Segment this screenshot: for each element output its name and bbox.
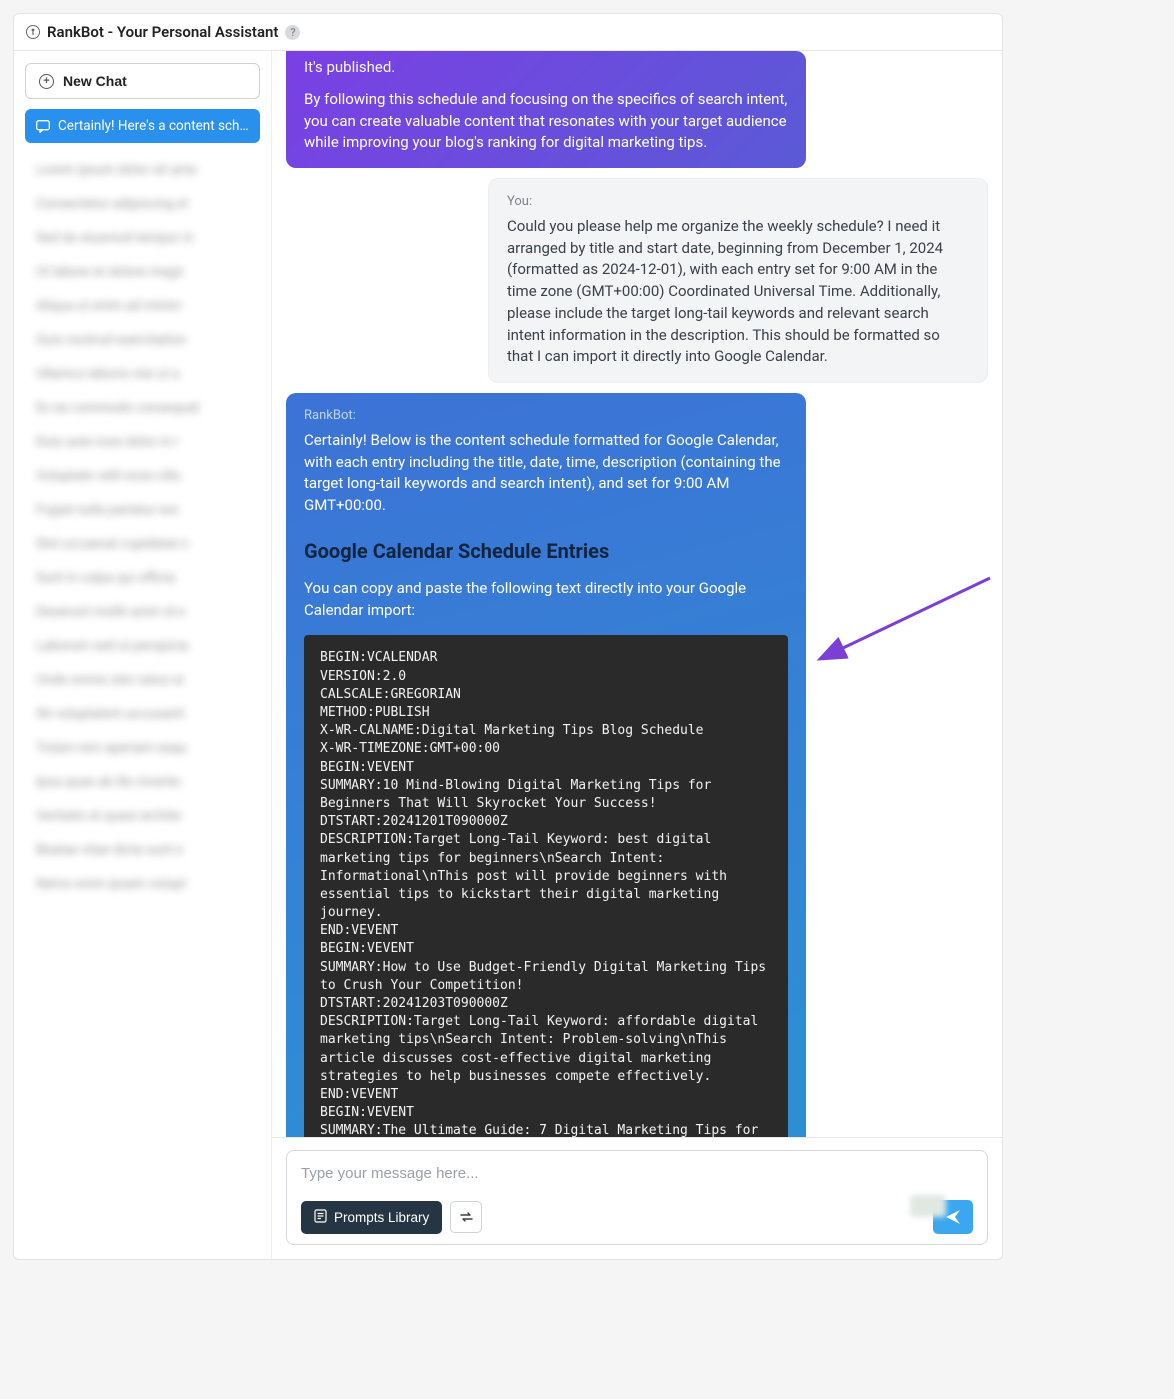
composer: Prompts Library	[272, 1137, 1002, 1259]
sidebar-item[interactable]: Veritatis et quasi archite	[25, 799, 260, 833]
sidebar-item-label: Ipsa quae ab illo invento	[36, 774, 181, 790]
sidebar-item[interactable]: Nemo enim ipsam volupt	[25, 867, 260, 901]
sidebar-item-label: Laborum sed ut perspicia	[36, 638, 188, 654]
sidebar: + New Chat Certainly! Here's a content s…	[14, 51, 272, 1259]
message-text: It's published.	[304, 51, 788, 79]
sidebar-item[interactable]: Ex ea commodo consequat	[25, 391, 260, 425]
sidebar-item[interactable]: Aliqua ut enim ad minim	[25, 289, 260, 323]
sidebar-item-label: Voluptate velit esse cillu	[36, 468, 181, 484]
sidebar-item[interactable]: Consectetur adipiscing el	[25, 187, 260, 221]
sidebar-item-label: Ullamco laboris nisi ut a	[36, 366, 180, 382]
sidebar-item[interactable]: Beatae vitae dicta sunt e	[25, 833, 260, 867]
sidebar-item-label: Lorem ipsum dolor sit ame	[36, 162, 197, 178]
app-title: RankBot - Your Personal Assistant	[47, 23, 278, 41]
new-chat-button[interactable]: + New Chat	[25, 63, 260, 99]
user-message: You: Could you please help me organize t…	[488, 178, 988, 383]
app-body: + New Chat Certainly! Here's a content s…	[14, 51, 1002, 1259]
sidebar-item[interactable]: Fugiat nulla pariatur exc	[25, 493, 260, 527]
sidebar-item[interactable]: Lorem ipsum dolor sit ame	[25, 153, 260, 187]
sidebar-item[interactable]: Quis nostrud exercitation	[25, 323, 260, 357]
message-text: By following this schedule and focusing …	[304, 89, 788, 154]
sidebar-item[interactable]: Unde omnis iste natus er	[25, 663, 260, 697]
sidebar-item-label: Ex ea commodo consequat	[36, 400, 200, 416]
sidebar-item-label: Sit voluptatem accusanti	[36, 706, 184, 722]
sidebar-item-label: Sunt in culpa qui officia	[36, 570, 176, 586]
sidebar-item-label: Sed do eiusmod tempor in	[36, 230, 194, 246]
sidebar-item[interactable]: Laborum sed ut perspicia	[25, 629, 260, 663]
message-text: Could you please help me organize the we…	[507, 216, 969, 368]
sidebar-item[interactable]: Voluptate velit esse cillu	[25, 459, 260, 493]
sidebar-item[interactable]: Sint occaecat cupidatat n	[25, 527, 260, 561]
send-icon	[945, 1209, 962, 1225]
compose-box: Prompts Library	[286, 1150, 988, 1245]
sender-label: You:	[507, 193, 969, 212]
sidebar-item-label: Aliqua ut enim ad minim	[36, 298, 181, 314]
help-icon[interactable]: ?	[285, 25, 300, 40]
app-header: RankBot - Your Personal Assistant ?	[14, 14, 1002, 51]
sidebar-item[interactable]: Ipsa quae ab illo invento	[25, 765, 260, 799]
plus-circle-icon: +	[39, 74, 54, 89]
sidebar-item[interactable]: Sed do eiusmod tempor in	[25, 221, 260, 255]
sidebar-item[interactable]: Sit voluptatem accusanti	[25, 697, 260, 731]
sidebar-item-label: Unde omnis iste natus er	[36, 672, 185, 688]
prompts-label: Prompts Library	[334, 1210, 429, 1225]
message-text: Certainly! Below is the content schedule…	[304, 430, 788, 517]
messages-scroll[interactable]: It's published. By following this schedu…	[272, 51, 1002, 1137]
app-logo-icon	[26, 25, 40, 39]
document-icon	[314, 1209, 327, 1226]
sidebar-item[interactable]: Deserunt mollit anim id e	[25, 595, 260, 629]
prompts-library-button[interactable]: Prompts Library	[301, 1201, 442, 1234]
regenerate-button[interactable]	[450, 1201, 482, 1233]
sidebar-item-active[interactable]: Certainly! Here's a content schedu...	[25, 109, 260, 143]
sidebar-item-label: Veritatis et quasi archite	[36, 808, 181, 824]
sidebar-item-label: Fugiat nulla pariatur exc	[36, 502, 180, 518]
app-window: RankBot - Your Personal Assistant ? + Ne…	[13, 13, 1003, 1260]
sidebar-item[interactable]: Totam rem aperiam eaqu	[25, 731, 260, 765]
sidebar-item-label: Beatae vitae dicta sunt e	[36, 842, 183, 858]
sidebar-item[interactable]: Sunt in culpa qui officia	[25, 561, 260, 595]
obscured-region	[910, 1195, 946, 1217]
sidebar-item-label: Quis nostrud exercitation	[36, 332, 186, 348]
compose-actions: Prompts Library	[301, 1200, 973, 1234]
loop-icon	[459, 1211, 474, 1223]
message-input[interactable]	[301, 1165, 973, 1182]
sidebar-item-label: Certainly! Here's a content schedu...	[58, 118, 249, 134]
bot-message-prev-tail: It's published. By following this schedu…	[286, 51, 806, 168]
chat-area: It's published. By following this schedu…	[272, 51, 1002, 1259]
new-chat-label: New Chat	[63, 73, 127, 89]
sidebar-item-label: Nemo enim ipsam volupt	[36, 876, 186, 892]
sidebar-item[interactable]: Ullamco laboris nisi ut a	[25, 357, 260, 391]
sidebar-item-label: Consectetur adipiscing el	[36, 196, 188, 212]
sidebar-item-label: Totam rem aperiam eaqu	[36, 740, 187, 756]
sidebar-item-label: Deserunt mollit anim id e	[36, 604, 185, 620]
sidebar-item-label: Duis aute irure dolor in r	[36, 434, 179, 450]
sidebar-item-label: Sint occaecat cupidatat n	[36, 536, 188, 552]
sender-label: RankBot:	[304, 407, 788, 426]
ics-code-block[interactable]: BEGIN:VCALENDAR VERSION:2.0 CALSCALE:GRE…	[304, 635, 788, 1137]
sidebar-item-label: Ut labore et dolore magn	[36, 264, 184, 280]
message-text: You can copy and paste the following tex…	[304, 578, 788, 622]
chat-icon	[36, 120, 50, 133]
section-heading: Google Calendar Schedule Entries	[304, 537, 788, 566]
sidebar-item[interactable]: Duis aute irure dolor in r	[25, 425, 260, 459]
sidebar-item[interactable]: Ut labore et dolore magn	[25, 255, 260, 289]
bot-message: RankBot: Certainly! Below is the content…	[286, 393, 806, 1137]
